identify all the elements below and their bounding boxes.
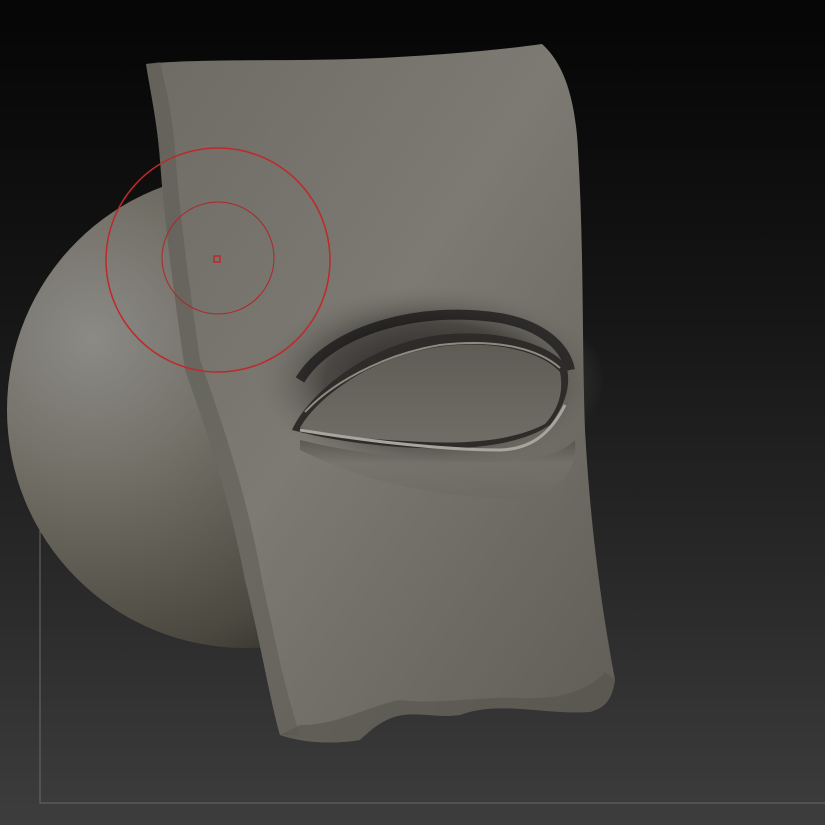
sculpt-viewport[interactable] [0, 0, 825, 825]
viewport-canvas[interactable] [0, 0, 825, 825]
